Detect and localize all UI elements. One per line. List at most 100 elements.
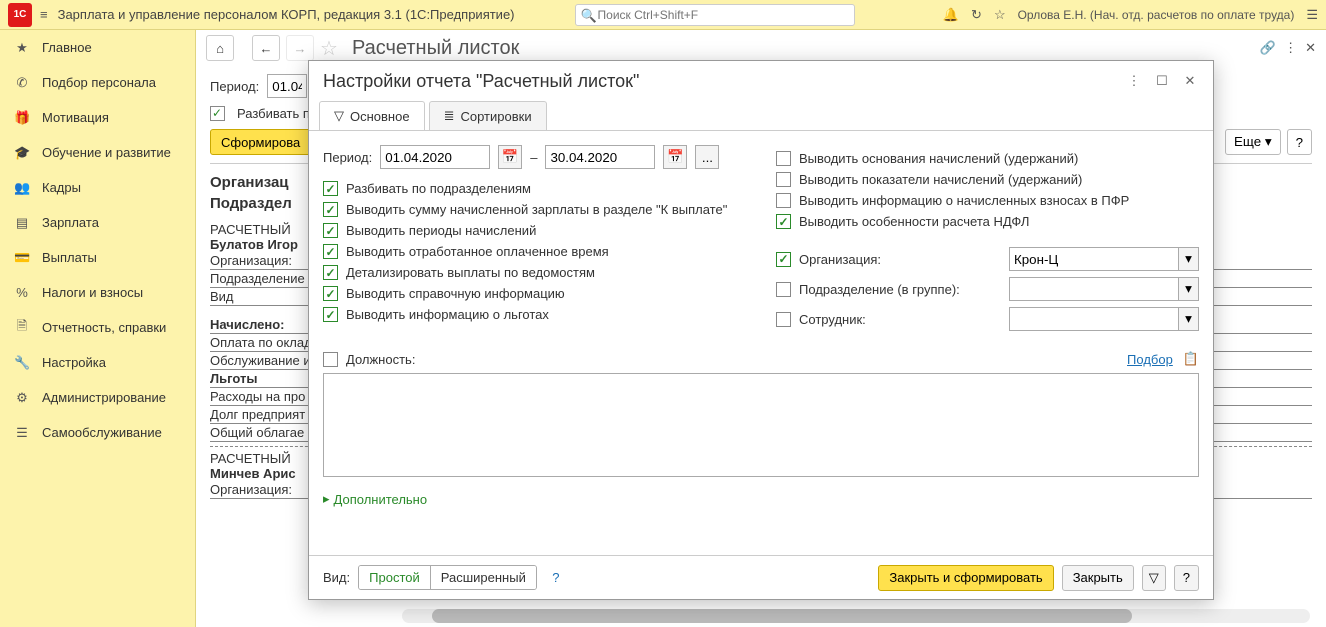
sidebar-item-taxes[interactable]: %Налоги и взносы bbox=[0, 275, 195, 310]
date-to-input[interactable] bbox=[545, 145, 655, 169]
sidebar-item-reports[interactable]: 🗎Отчетность, справки bbox=[0, 310, 195, 345]
check-label: Выводить информацию о льготах bbox=[346, 307, 549, 322]
sidebar-item-label: Кадры bbox=[42, 180, 81, 195]
search-input[interactable] bbox=[575, 4, 855, 26]
sidebar-item-main[interactable]: ★Главное bbox=[0, 30, 195, 65]
check-left-4[interactable] bbox=[323, 265, 338, 280]
home-button[interactable]: ⌂ bbox=[206, 35, 234, 61]
view-help-icon[interactable]: ? bbox=[545, 567, 567, 589]
horizontal-scrollbar[interactable] bbox=[402, 609, 1310, 623]
period-input[interactable] bbox=[267, 74, 307, 98]
gear-icon: ⚙ bbox=[14, 390, 30, 406]
sidebar-item-selfservice[interactable]: ☰ Самообслуживание bbox=[0, 415, 195, 450]
filter-input-0[interactable] bbox=[1009, 247, 1179, 271]
search-icon: 🔍 bbox=[581, 8, 597, 24]
link-icon[interactable]: 🔗 bbox=[1260, 40, 1276, 56]
favorite-icon[interactable]: ☆ bbox=[320, 36, 338, 61]
filter-label: Подразделение (в группе): bbox=[799, 282, 1001, 297]
dialog-title: Настройки отчета "Расчетный листок" bbox=[323, 71, 639, 92]
filter-label: Сотрудник: bbox=[799, 312, 1001, 327]
check-label: Выводить показатели начислений (удержани… bbox=[799, 172, 1082, 187]
check-left-3[interactable] bbox=[323, 244, 338, 259]
sidebar-item-label: Обучение и развитие bbox=[42, 145, 171, 160]
dialog-maximize-icon[interactable]: ☐ bbox=[1153, 72, 1171, 90]
close-icon[interactable]: ✕ bbox=[1305, 40, 1316, 56]
gift-icon: 🎁 bbox=[14, 110, 30, 126]
period-more-button[interactable]: ... bbox=[695, 145, 719, 169]
sidebar-item-admin[interactable]: ⚙Администрирование bbox=[0, 380, 195, 415]
phone-icon: ✆ bbox=[14, 75, 30, 91]
sidebar-item-settings[interactable]: 🔧Настройка bbox=[0, 345, 195, 380]
menu-icon[interactable]: ≡ bbox=[40, 7, 48, 22]
wallet-icon: 💳 bbox=[14, 250, 30, 266]
filter-input-2[interactable] bbox=[1009, 307, 1179, 331]
settings-icon[interactable]: ☰ bbox=[1306, 7, 1318, 23]
more-button[interactable]: Еще ▾ bbox=[1225, 129, 1281, 155]
check-label: Выводить отработанное оплаченное время bbox=[346, 244, 609, 259]
check-right-0[interactable] bbox=[776, 151, 791, 166]
help-button[interactable]: ? bbox=[1287, 129, 1312, 155]
star-icon: ★ bbox=[14, 40, 30, 56]
sidebar-item-hr[interactable]: 👥Кадры bbox=[0, 170, 195, 205]
star-icon[interactable]: ☆ bbox=[994, 7, 1006, 23]
filter-dropdown-0[interactable]: ▾ bbox=[1179, 247, 1199, 271]
document-icon: 🗎 bbox=[14, 317, 30, 339]
sidebar-item-recruit[interactable]: ✆ Подбор персонала bbox=[0, 65, 195, 100]
view-extended-button[interactable]: Расширенный bbox=[431, 566, 536, 589]
sidebar-item-payments[interactable]: 💳Выплаты bbox=[0, 240, 195, 275]
view-simple-button[interactable]: Простой bbox=[359, 566, 431, 589]
list-icon: ☰ bbox=[14, 425, 30, 441]
check-left-2[interactable] bbox=[323, 223, 338, 238]
check-right-2[interactable] bbox=[776, 193, 791, 208]
wrench-icon: 🔧 bbox=[14, 355, 30, 371]
filter-dropdown-1[interactable]: ▾ bbox=[1179, 277, 1199, 301]
date-from-input[interactable] bbox=[380, 145, 490, 169]
calendar-to-button[interactable]: 📅 bbox=[663, 145, 687, 169]
more-icon[interactable]: ⋮ bbox=[1284, 40, 1297, 56]
sidebar-item-salary[interactable]: ▤Зарплата bbox=[0, 205, 195, 240]
check-label: Выводить информацию о начисленных взноса… bbox=[799, 193, 1129, 208]
advanced-toggle[interactable]: Дополнительно bbox=[323, 491, 1199, 507]
sidebar-item-education[interactable]: 🎓Обучение и развитие bbox=[0, 135, 195, 170]
check-left-6[interactable] bbox=[323, 307, 338, 322]
bell-icon[interactable]: 🔔 bbox=[943, 7, 959, 23]
filter-check-1[interactable] bbox=[776, 282, 791, 297]
check-label: Выводить справочную информацию bbox=[346, 286, 565, 301]
dialog-more-icon[interactable]: ⋮ bbox=[1125, 72, 1143, 90]
check-left-0[interactable] bbox=[323, 181, 338, 196]
paste-icon[interactable]: 📋 bbox=[1183, 351, 1199, 367]
position-list[interactable] bbox=[323, 373, 1199, 477]
dialog-close-icon[interactable]: ✕ bbox=[1181, 72, 1199, 90]
check-right-3[interactable] bbox=[776, 214, 791, 229]
sidebar-item-label: Самообслуживание bbox=[42, 425, 162, 440]
sort-icon: ≣ bbox=[444, 108, 455, 124]
page-title: Расчетный листок bbox=[352, 37, 519, 60]
check-left-5[interactable] bbox=[323, 286, 338, 301]
select-link[interactable]: Подбор bbox=[1127, 352, 1173, 367]
close-button[interactable]: Закрыть bbox=[1062, 565, 1134, 591]
close-and-generate-button[interactable]: Закрыть и сформировать bbox=[878, 565, 1053, 591]
check-right-1[interactable] bbox=[776, 172, 791, 187]
calendar-from-button[interactable]: 📅 bbox=[498, 145, 522, 169]
app-title: Зарплата и управление персоналом КОРП, р… bbox=[58, 7, 515, 22]
tab-main[interactable]: ▽Основное bbox=[319, 101, 425, 130]
history-icon[interactable]: ↻ bbox=[971, 7, 982, 23]
sidebar-item-motivation[interactable]: 🎁 Мотивация bbox=[0, 100, 195, 135]
back-button[interactable]: ← bbox=[252, 35, 280, 61]
check-left-1[interactable] bbox=[323, 202, 338, 217]
split-checkbox[interactable] bbox=[210, 106, 225, 121]
filter-check-2[interactable] bbox=[776, 312, 791, 327]
position-checkbox[interactable] bbox=[323, 352, 338, 367]
tab-sort[interactable]: ≣Сортировки bbox=[429, 101, 547, 130]
table-icon: ▤ bbox=[14, 215, 30, 231]
filter-label: Организация: bbox=[799, 252, 1001, 267]
filter-dropdown-2[interactable]: ▾ bbox=[1179, 307, 1199, 331]
footer-help-button[interactable]: ? bbox=[1174, 565, 1199, 591]
filter-check-0[interactable] bbox=[776, 252, 791, 267]
filter-input-1[interactable] bbox=[1009, 277, 1179, 301]
forward-button[interactable]: → bbox=[286, 35, 314, 61]
generate-button[interactable]: Сформирова bbox=[210, 129, 311, 155]
sidebar-item-label: Мотивация bbox=[42, 110, 109, 125]
sidebar-item-label: Подбор персонала bbox=[42, 75, 156, 90]
filter-button[interactable]: ▽ bbox=[1142, 565, 1166, 591]
